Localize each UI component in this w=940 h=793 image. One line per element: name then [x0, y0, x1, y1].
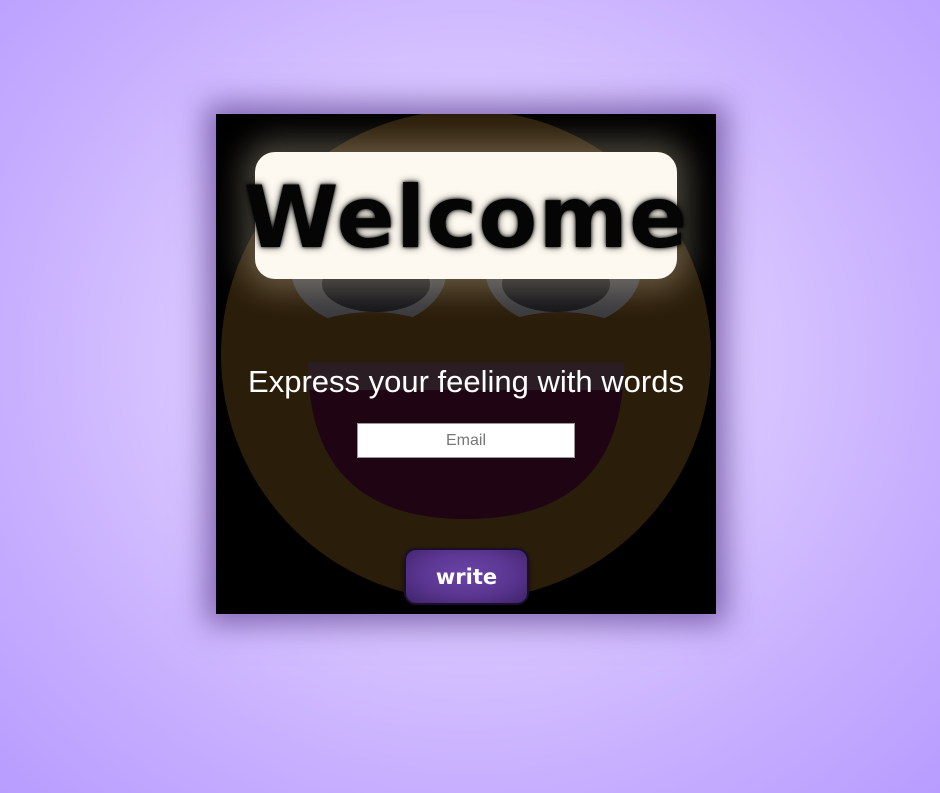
email-field[interactable] — [357, 423, 575, 458]
tagline: Express your feeling with words — [248, 364, 684, 399]
page-title: Welcome — [243, 167, 689, 268]
welcome-card: Welcome Express your feeling with words … — [216, 114, 716, 614]
write-button[interactable]: write — [404, 548, 529, 605]
welcome-banner: Welcome — [244, 152, 687, 279]
